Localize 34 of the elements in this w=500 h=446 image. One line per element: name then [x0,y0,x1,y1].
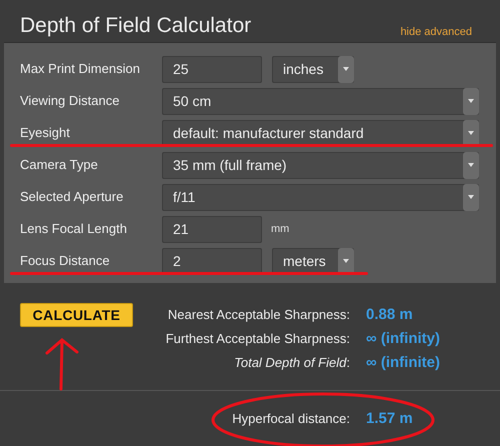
result-label: Furthest Acceptable Sharpness: [164,330,350,348]
dropdown[interactable]: default: manufacturer standard [162,120,479,146]
calculate-button[interactable]: CALCULATE [20,303,133,327]
input-field[interactable]: 21 [162,216,262,242]
dropdown[interactable]: f/11 [162,184,479,210]
input-field[interactable]: 2 [162,248,262,274]
field-label: Selected Aperture [20,189,124,204]
result-value: ∞ (infinite) [366,353,442,373]
result-value: 0.88 m [366,305,414,325]
caret-icon [468,163,474,167]
result-value: 1.57 m [366,409,414,429]
result-label: Nearest Acceptable Sharpness: [166,306,350,324]
hide-advanced-link[interactable]: hide advanced [400,24,472,40]
input-field[interactable]: 25 [162,56,262,82]
dropdown[interactable]: 35 mm (full frame) [162,152,479,178]
unit-dropdown[interactable]: meters [272,248,354,274]
field-label: Camera Type [20,157,98,172]
field-label: Eyesight [20,125,70,140]
result-label: Total Depth of Field: [233,354,350,372]
result-label: Hyperfocal distance: [231,410,350,428]
caret-icon [343,259,349,263]
unit-dropdown[interactable]: inches [272,56,354,82]
field-label: Lens Focal Length [20,221,127,236]
field-label: Viewing Distance [20,93,120,108]
caret-icon [468,99,474,103]
caret-icon [468,195,474,199]
caret-icon [468,131,474,135]
dropdown[interactable]: 50 cm [162,88,479,114]
window-title: Depth of Field Calculator [20,13,252,39]
field-label: Max Print Dimension [20,61,140,76]
field-label: Focus Distance [20,253,110,268]
result-value: ∞ (infinity) [366,329,442,349]
unit-label: mm [271,222,290,237]
caret-icon [343,67,349,71]
